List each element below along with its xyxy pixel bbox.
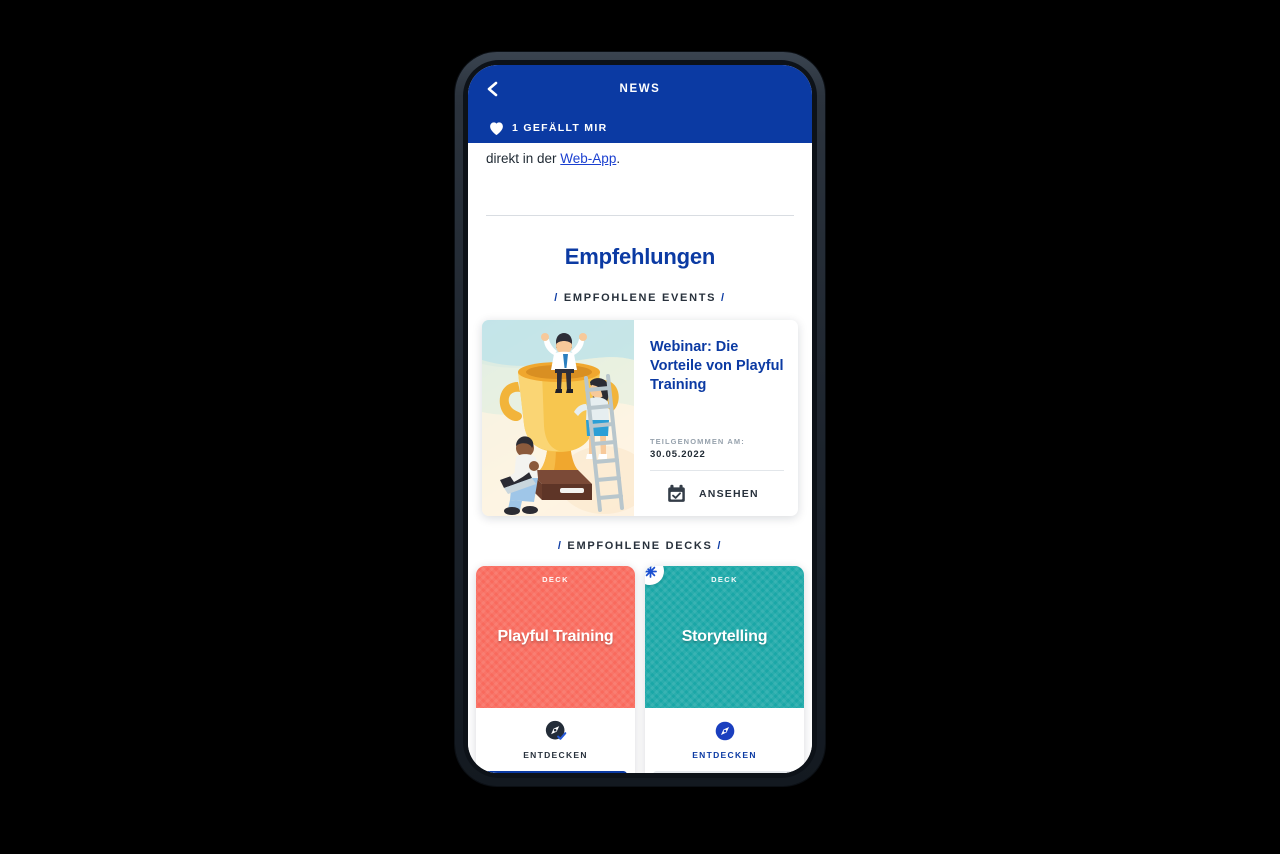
event-action-label: ANSEHEN [699, 487, 759, 500]
deck-cover: DECK Storytelling [645, 566, 804, 709]
deck-action-label: ENTDECKEN [523, 750, 588, 761]
slash-right-icon: / [720, 292, 726, 305]
event-info: Webinar: Die Vorteile von Playful Traini… [634, 320, 798, 516]
event-meta: TEILGENOMMEN AM: 30.05.2022 ANSEHEN [650, 437, 784, 504]
event-card[interactable]: Webinar: Die Vorteile von Playful Traini… [482, 320, 798, 517]
like-count-label: 1 GEFÄLLT MIR [512, 122, 608, 134]
app-header: NEWS 1 GEFÄLLT MIR [468, 65, 812, 143]
event-meta-label: TEILGENOMMEN AM: [650, 437, 745, 447]
deck-kind-label: DECK [542, 575, 569, 585]
deck-discover-button[interactable]: ENTDECKEN [645, 708, 804, 761]
section-label-events: / EMPFOHLENE EVENTS / [468, 292, 812, 304]
slash-right-icon-decks: / [717, 540, 723, 553]
deck-card-playful-training[interactable]: DECK Playful Training ENTDECKEN [476, 566, 635, 773]
page-title: NEWS [619, 83, 661, 95]
section-divider [486, 215, 794, 217]
deck-progress-track [484, 771, 627, 773]
trophy-celebration-illustration [482, 320, 634, 517]
article-tail-after: . [616, 151, 621, 166]
event-view-button[interactable]: ANSEHEN [650, 483, 784, 504]
event-card-divider [650, 470, 784, 472]
decks-row: DECK Playful Training ENTDECKEN DECK Sto… [468, 552, 812, 773]
deck-name: Storytelling [681, 628, 768, 646]
phone-screen: NEWS 1 GEFÄLLT MIR direkt in der Web-App… [468, 65, 812, 773]
section-label-decks-text: EMPFOHLENE DECKS [567, 540, 713, 553]
deck-discover-button[interactable]: ENTDECKEN [476, 708, 635, 761]
section-label-decks: / EMPFOHLENE DECKS / [468, 540, 812, 552]
recommendations-title: Empfehlungen [564, 244, 716, 270]
compass-check-icon [545, 720, 567, 742]
event-card-wrapper: Webinar: Die Vorteile von Playful Traini… [468, 304, 812, 517]
web-app-link[interactable]: Web-App [560, 151, 616, 166]
deck-action-label: ENTDECKEN [692, 750, 757, 761]
deck-progress-track [653, 771, 796, 773]
chevron-left-icon[interactable] [484, 80, 502, 98]
deck-cover: DECK Playful Training [476, 566, 635, 709]
deck-kind-label: DECK [711, 575, 738, 585]
deck-card-storytelling[interactable]: DECK Storytelling ENTDECKEN [645, 566, 804, 773]
article-tail-before: direkt in der [486, 151, 561, 166]
screen-scroll-body[interactable]: direkt in der Web-App. Empfehlungen / EM… [468, 143, 812, 773]
deck-name: Playful Training [497, 628, 614, 646]
screenshot-stage: NEWS 1 GEFÄLLT MIR direkt in der Web-App… [0, 0, 1280, 854]
header-top-bar: NEWS [468, 65, 812, 113]
event-title: Webinar: Die Vorteile von Playful Traini… [650, 339, 784, 393]
deck-progress-fill [484, 771, 627, 773]
article-tail-text: direkt in der Web-App. [468, 143, 812, 169]
slash-left-icon-decks: / [557, 540, 563, 553]
section-label-events-text: EMPFOHLENE EVENTS [563, 292, 717, 305]
heart-icon [488, 120, 505, 136]
compass-icon [714, 720, 736, 742]
slash-left-icon: / [554, 292, 560, 305]
like-row[interactable]: 1 GEFÄLLT MIR [468, 113, 812, 143]
event-meta-value: 30.05.2022 [650, 449, 706, 461]
asterisk-badge-icon [645, 566, 664, 586]
calendar-check-icon [666, 483, 687, 504]
